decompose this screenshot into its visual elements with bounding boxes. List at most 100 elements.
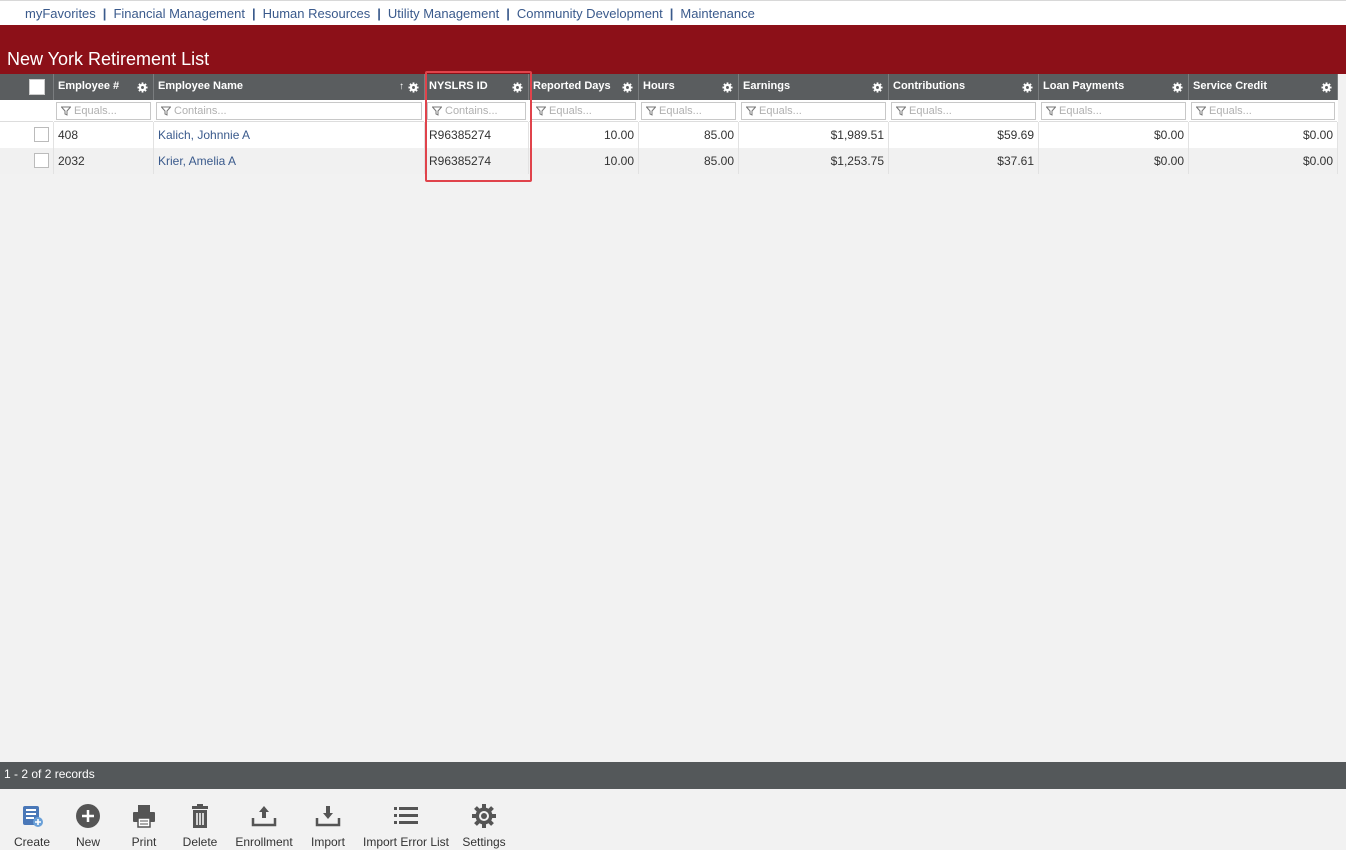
column-settings-icon[interactable] [408,82,419,93]
column-settings-icon[interactable] [1172,82,1183,93]
upload-icon [251,803,277,835]
toolbar-button-settings[interactable]: Settings [458,789,510,849]
column-header-nyslrs-id[interactable]: NYSLRS ID [425,74,529,100]
column-header-earnings[interactable]: Earnings [739,74,889,100]
filter-input-hours[interactable]: Equals... [641,102,736,120]
nav-link-maintenance[interactable]: Maintenance [680,6,754,21]
nav-separator: | [251,5,256,21]
column-header-employee-number[interactable]: Employee # [54,74,154,100]
cell-contributions: $59.69 [889,122,1039,148]
row-checkbox[interactable] [34,153,49,168]
filter-cell-employee-name: Contains... [154,100,425,122]
page-title: New York Retirement List [7,49,210,69]
filter-input-loan-payments[interactable]: Equals... [1041,102,1186,120]
cell-earnings: $1,989.51 [739,122,889,148]
filter-icon[interactable] [61,106,74,116]
filter-cell-hours: Equals... [639,100,739,122]
column-settings-icon[interactable] [137,82,148,93]
table-row[interactable]: 2032 Krier, Amelia A R96385274 10.00 85.00 $1… [0,148,1338,174]
page-title-bar: New York Retirement List [0,25,1346,74]
filter-input-employee-name[interactable]: Contains... [156,102,422,120]
filter-input-earnings[interactable]: Equals... [741,102,886,120]
cell-employee-number: 2032 [54,148,154,174]
employee-name-link[interactable]: Krier, Amelia A [158,154,236,168]
filter-icon[interactable] [1196,106,1209,116]
filter-placeholder: Equals... [74,105,117,117]
filter-input-contributions[interactable]: Equals... [891,102,1036,120]
filter-icon[interactable] [1046,106,1059,116]
filter-icon[interactable] [646,106,659,116]
nav-link-utility-management[interactable]: Utility Management [388,6,499,21]
record-count: 1 - 2 of 2 records [4,767,95,781]
filter-placeholder: Contains... [174,105,227,117]
filter-icon[interactable] [432,106,445,116]
cell-nyslrs-id: R96385274 [425,122,529,148]
filter-placeholder: Equals... [1209,105,1252,117]
column-header-contributions[interactable]: Contributions [889,74,1039,100]
toolbar-button-import[interactable]: Import [300,789,356,849]
filter-cell-contributions: Equals... [889,100,1039,122]
column-settings-icon[interactable] [1022,82,1033,93]
toolbar-button-import-error-list[interactable]: Import Error List [358,789,454,849]
column-header-label: Reported Days [533,80,611,92]
cell-employee-name: Krier, Amelia A [154,148,425,174]
column-settings-icon[interactable] [512,82,523,93]
list-icon [393,803,419,835]
download-icon [315,803,341,835]
toolbar-button-enrollment[interactable]: Enrollment [232,789,296,849]
column-header-loan-payments[interactable]: Loan Payments [1039,74,1189,100]
filter-spacer [0,100,54,122]
toolbar-button-delete[interactable]: Delete [176,789,224,849]
cell-employee-number: 408 [54,122,154,148]
filter-input-nyslrs-id[interactable]: Contains... [427,102,526,120]
nav-link-myfavorites[interactable]: myFavorites [25,6,96,21]
nav-separator: | [102,5,107,21]
row-select-cell [0,122,54,148]
printer-icon [131,803,157,835]
table-row[interactable]: 408 Kalich, Johnnie A R96385274 10.00 85.00 $… [0,122,1338,148]
filter-input-reported-days[interactable]: Equals... [531,102,636,120]
nav-link-financial-management[interactable]: Financial Management [113,6,245,21]
grid-body: 408 Kalich, Johnnie A R96385274 10.00 85.00 $… [0,122,1338,174]
filter-input-service-credit[interactable]: Equals... [1191,102,1335,120]
cell-reported-days: 10.00 [529,122,639,148]
toolbar-button-new[interactable]: New [64,789,112,849]
column-settings-icon[interactable] [872,82,883,93]
row-checkbox[interactable] [34,127,49,142]
sort-ascending-icon[interactable]: ↑ [399,81,404,92]
column-header-hours[interactable]: Hours [639,74,739,100]
cell-employee-name: Kalich, Johnnie A [154,122,425,148]
filter-icon[interactable] [896,106,909,116]
grid-status-bar: 1 - 2 of 2 records [0,762,1346,789]
toolbar-button-print[interactable]: Print [120,789,168,849]
row-select-cell [0,148,54,174]
nav-link-human-resources[interactable]: Human Resources [263,6,371,21]
filter-icon[interactable] [746,106,759,116]
filter-icon[interactable] [161,106,174,116]
column-header-reported-days[interactable]: Reported Days [529,74,639,100]
filter-placeholder: Equals... [1059,105,1102,117]
column-header-label: Employee Name [158,80,243,92]
select-all-checkbox[interactable] [29,79,45,95]
toolbar-button-label: Enrollment [235,835,293,849]
toolbar-button-label: New [75,835,100,849]
trash-icon [187,803,213,835]
nav-link-community-development[interactable]: Community Development [517,6,663,21]
column-settings-icon[interactable] [1321,82,1332,93]
filter-cell-nyslrs-id: Contains... [425,100,529,122]
toolbar-button-label: Delete [182,835,218,849]
cell-hours: 85.00 [639,148,739,174]
toolbar-button-create[interactable]: Create [8,789,56,849]
cell-hours: 85.00 [639,122,739,148]
column-header-service-credit[interactable]: Service Credit [1189,74,1338,100]
toolbar-button-label: Settings [462,835,506,849]
grid-filter-row: Equals... Contains... Contains... Equals...… [0,100,1338,122]
column-settings-icon[interactable] [622,82,633,93]
filter-input-employee-number[interactable]: Equals... [56,102,151,120]
cell-nyslrs-id: R96385274 [425,148,529,174]
column-header-employee-name[interactable]: Employee Name ↑ [154,74,425,100]
employee-name-link[interactable]: Kalich, Johnnie A [158,128,250,142]
column-settings-icon[interactable] [722,82,733,93]
filter-icon[interactable] [536,106,549,116]
filter-placeholder: Equals... [759,105,802,117]
